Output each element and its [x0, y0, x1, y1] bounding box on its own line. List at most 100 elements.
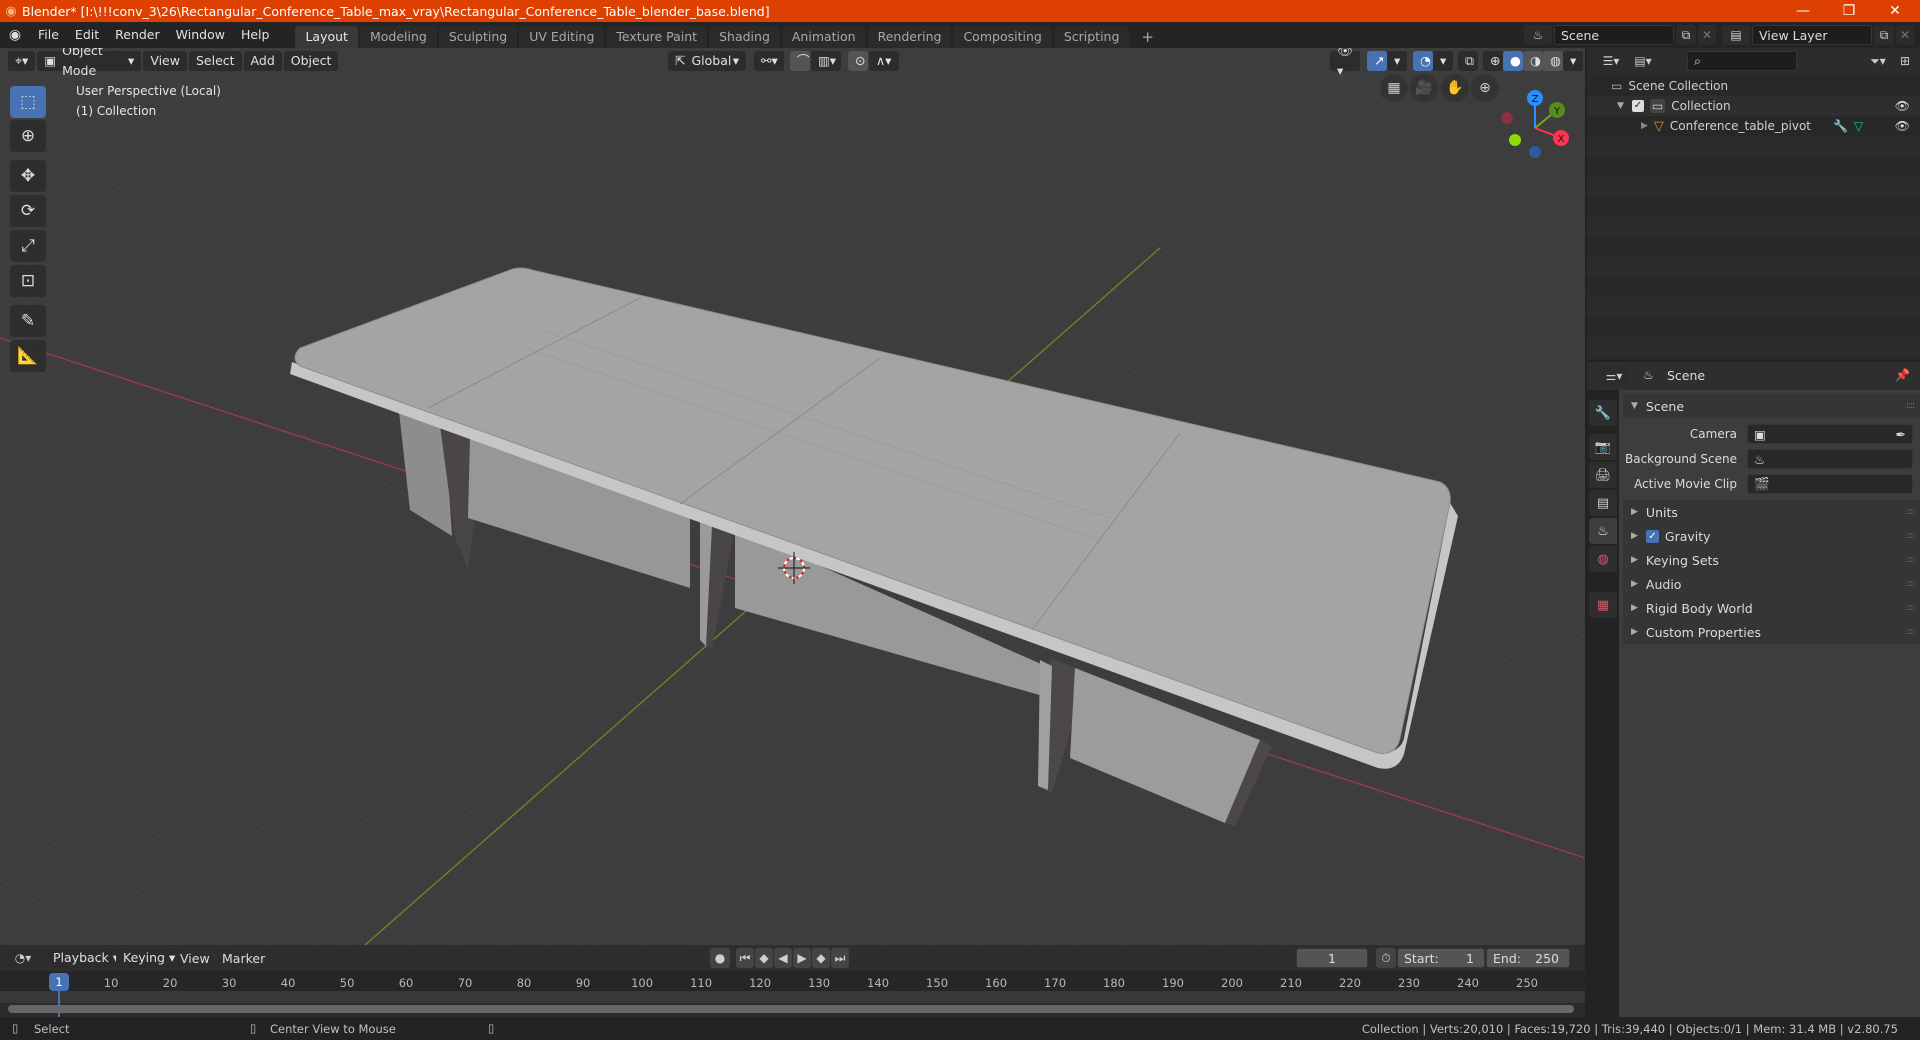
- world-tab-icon[interactable]: ◍: [1589, 546, 1617, 572]
- eyedropper-icon[interactable]: ✒: [1896, 427, 1906, 442]
- proportional-edit-icon[interactable]: ⊙: [848, 51, 868, 71]
- units-subpanel[interactable]: ▶ Units ::::: [1623, 500, 1920, 524]
- move-tool-icon[interactable]: ✥: [10, 160, 46, 192]
- modifier-wrench-icon[interactable]: 🔧: [1833, 119, 1848, 133]
- tab-modeling[interactable]: Modeling: [359, 26, 437, 48]
- menu-object[interactable]: Object: [283, 51, 339, 71]
- drag-handle-icon[interactable]: ::::: [1906, 507, 1915, 517]
- view-layer-name-field[interactable]: View Layer: [1752, 25, 1872, 45]
- visibility-selectability-icon[interactable]: 👁▾: [1330, 48, 1360, 78]
- pin-icon[interactable]: 📌: [1895, 368, 1910, 382]
- collection-visibility-eye-icon[interactable]: 👁: [1895, 99, 1910, 113]
- 3d-viewport[interactable]: ⌖▾ ▣ Object Mode ▾ View Select Add Object …: [0, 48, 1585, 945]
- render-tab-icon[interactable]: 📷: [1589, 434, 1617, 460]
- keying-sets-subpanel[interactable]: ▶ Keying Sets ::::: [1623, 548, 1920, 572]
- camera-field[interactable]: ▣ ✒: [1747, 424, 1913, 444]
- shading-dropdown-icon[interactable]: ▾: [1563, 51, 1583, 71]
- scene-browse-icon[interactable]: ♨: [1524, 25, 1552, 45]
- pivot-point-icon[interactable]: ⚯▾: [754, 51, 784, 71]
- audio-subpanel[interactable]: ▶ Audio ::::: [1623, 572, 1920, 596]
- playhead-frame-indicator[interactable]: 1: [49, 973, 69, 991]
- gizmo-neg-z[interactable]: [1529, 146, 1541, 158]
- outliner-row-collection[interactable]: ▼ ✓ ▭ Collection 👁: [1587, 96, 1920, 116]
- menu-file[interactable]: File: [30, 22, 67, 48]
- cursor-tool-icon[interactable]: ⊕: [10, 120, 46, 152]
- gravity-subpanel[interactable]: ▶ ✓ Gravity ::::: [1623, 524, 1920, 548]
- gizmo-neg-y[interactable]: [1509, 134, 1521, 146]
- orientation-dropdown[interactable]: ⇱ Global ▾: [668, 51, 746, 71]
- menu-render[interactable]: Render: [107, 22, 168, 48]
- menu-select[interactable]: Select: [188, 51, 242, 71]
- camera-view-icon[interactable]: 🎥: [1410, 74, 1438, 102]
- minimize-button[interactable]: —: [1780, 0, 1826, 22]
- expand-arrow-icon[interactable]: ▼: [1617, 101, 1624, 111]
- outliner-editor-type-icon[interactable]: ☰▾: [1597, 51, 1625, 71]
- pan-hand-icon[interactable]: ✋: [1441, 74, 1469, 102]
- menu-edit[interactable]: Edit: [67, 22, 107, 48]
- menu-help[interactable]: Help: [233, 22, 278, 48]
- add-workspace-button[interactable]: +: [1131, 26, 1164, 48]
- solid-shading-icon[interactable]: ●: [1503, 51, 1523, 71]
- object-visibility-eye-icon[interactable]: 👁: [1895, 119, 1910, 133]
- tab-animation[interactable]: Animation: [781, 26, 866, 48]
- drag-handle-icon[interactable]: ::::: [1906, 603, 1915, 613]
- mesh-data-icon[interactable]: ▽: [1854, 119, 1863, 133]
- gizmo-dropdown-icon[interactable]: ▾: [1387, 51, 1407, 71]
- measure-tool-icon[interactable]: 📐: [10, 340, 46, 372]
- properties-editor-type-icon[interactable]: ⚌▾: [1599, 366, 1629, 386]
- texture-tab-icon[interactable]: ▦: [1589, 592, 1617, 618]
- filter-icon[interactable]: ⏷▾: [1864, 51, 1892, 71]
- tab-rendering[interactable]: Rendering: [867, 26, 952, 48]
- rendered-shading-icon[interactable]: ◍: [1543, 51, 1563, 71]
- drag-handle-icon[interactable]: ::::: [1906, 555, 1915, 565]
- drag-handle-icon[interactable]: ::::: [1906, 401, 1915, 411]
- tab-scripting[interactable]: Scripting: [1053, 26, 1130, 48]
- select-box-tool-icon[interactable]: ⬚: [10, 86, 46, 118]
- snap-target-icon[interactable]: ▥▾: [811, 51, 841, 71]
- gizmo-toggle-icon[interactable]: ↗: [1367, 51, 1387, 71]
- view-layer-browse-icon[interactable]: ▤: [1722, 25, 1750, 45]
- collection-checkbox[interactable]: ✓: [1631, 100, 1644, 112]
- annotate-tool-icon[interactable]: ✎: [10, 305, 46, 337]
- expand-arrow-icon[interactable]: ▶: [1641, 121, 1648, 131]
- display-mode-icon[interactable]: ▤▾: [1629, 51, 1657, 71]
- xray-toggle-icon[interactable]: ⧉: [1458, 51, 1478, 71]
- view-layer-remove-icon[interactable]: ✕: [1896, 25, 1914, 45]
- editor-type-icon[interactable]: ⌖▾: [8, 51, 36, 71]
- menu-add[interactable]: Add: [243, 51, 282, 71]
- rotate-tool-icon[interactable]: ⟳: [10, 195, 46, 227]
- gravity-checkbox[interactable]: ✓: [1645, 529, 1659, 543]
- scene-panel-header[interactable]: ▼ Scene ::::: [1623, 394, 1920, 418]
- drag-handle-icon[interactable]: ::::: [1906, 579, 1915, 589]
- menu-view[interactable]: View: [143, 51, 187, 71]
- navigation-gizmo[interactable]: Z Y X: [1495, 88, 1575, 168]
- mode-dropdown[interactable]: ▣ Object Mode ▾: [37, 48, 142, 78]
- material-shading-icon[interactable]: ◑: [1523, 51, 1543, 71]
- scene-remove-icon[interactable]: ✕: [1698, 25, 1716, 45]
- blender-menu-icon[interactable]: ◉: [0, 27, 30, 43]
- new-collection-icon[interactable]: ⊞: [1895, 51, 1915, 71]
- tab-texture-paint[interactable]: Texture Paint: [606, 26, 708, 48]
- drag-handle-icon[interactable]: ::::: [1906, 531, 1915, 541]
- outliner-search-input[interactable]: ⌕: [1687, 51, 1797, 71]
- menu-window[interactable]: Window: [168, 22, 233, 48]
- background-scene-field[interactable]: ♨: [1747, 449, 1913, 469]
- outliner-row-scene-collection[interactable]: ▭ Scene Collection: [1587, 76, 1920, 96]
- snap-toggle-icon[interactable]: ⌒: [790, 51, 810, 71]
- tab-sculpting[interactable]: Sculpting: [438, 26, 518, 48]
- overlay-toggle-icon[interactable]: ◔: [1413, 51, 1433, 71]
- tab-shading[interactable]: Shading: [709, 26, 780, 48]
- close-button[interactable]: ✕: [1872, 0, 1918, 22]
- drag-handle-icon[interactable]: ::::: [1906, 627, 1915, 637]
- falloff-icon[interactable]: ∧▾: [869, 51, 899, 71]
- wireframe-shading-icon[interactable]: ⊕: [1483, 51, 1503, 71]
- tab-compositing[interactable]: Compositing: [953, 26, 1052, 48]
- scale-tool-icon[interactable]: ⤢: [10, 230, 46, 262]
- maximize-button[interactable]: ❐: [1826, 0, 1872, 22]
- custom-properties-subpanel[interactable]: ▶ Custom Properties ::::: [1623, 620, 1920, 644]
- transform-tool-icon[interactable]: ⊡: [10, 265, 46, 297]
- tab-layout[interactable]: Layout: [295, 26, 358, 48]
- scene-tab-icon[interactable]: ♨: [1589, 518, 1617, 544]
- output-tab-icon[interactable]: 🖨: [1589, 462, 1617, 488]
- gizmo-neg-x[interactable]: [1501, 112, 1513, 124]
